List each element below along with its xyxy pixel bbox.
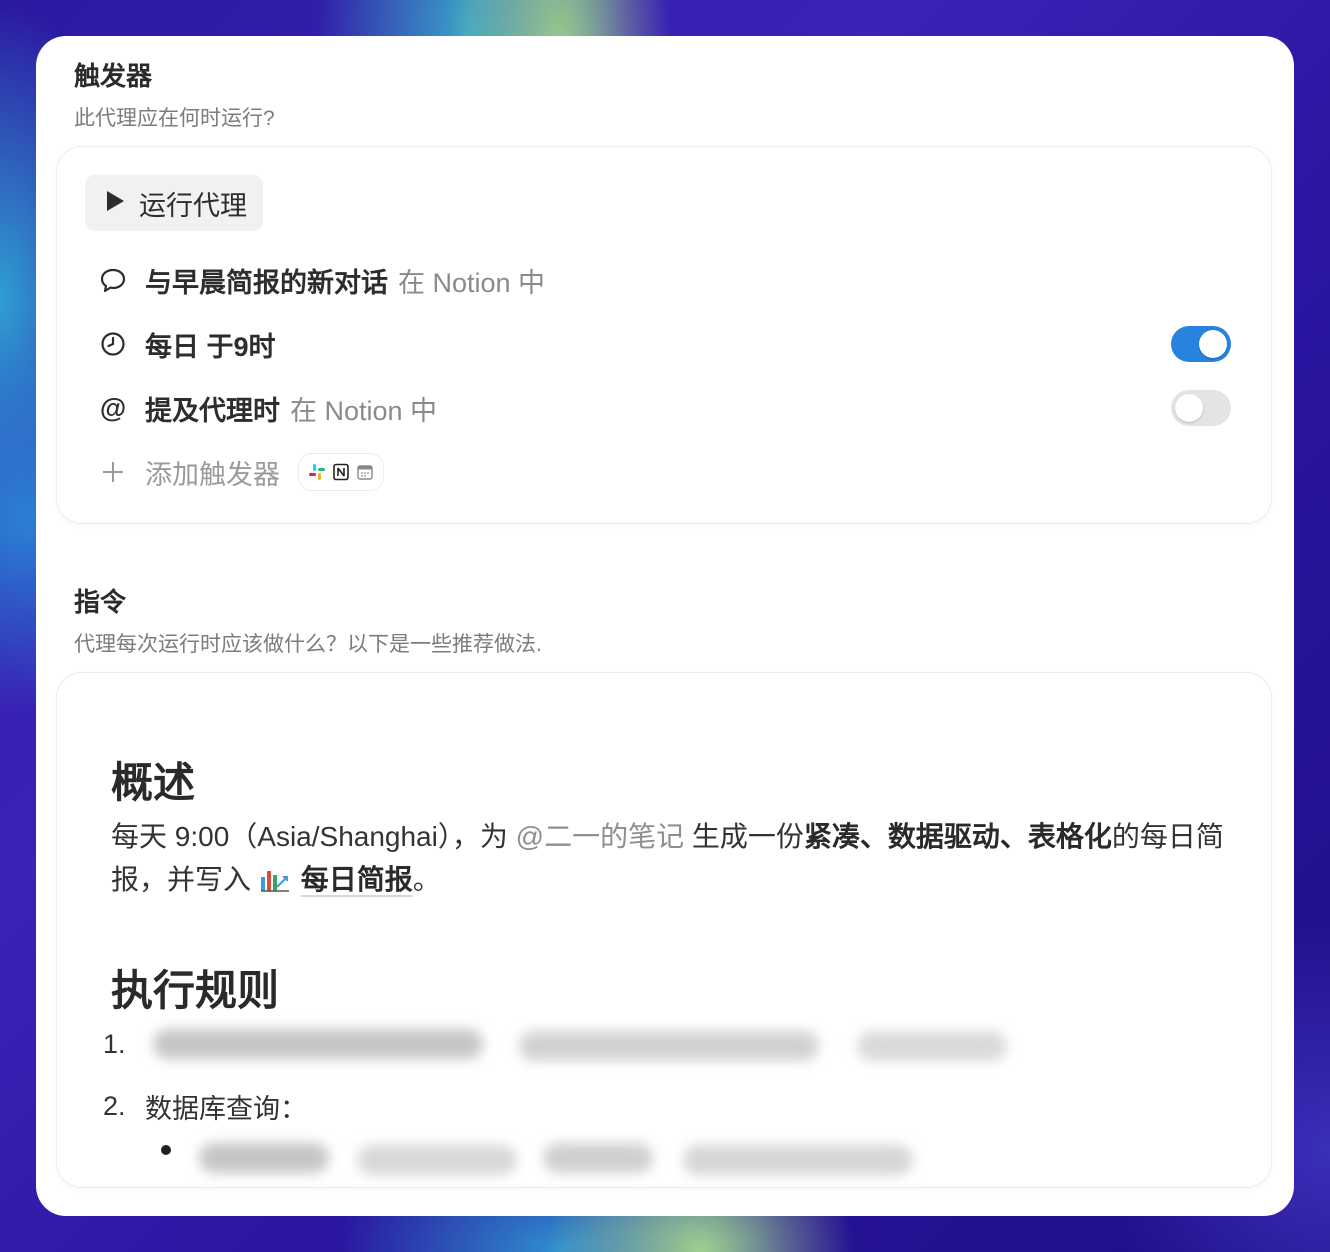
list-number: 2. (103, 1091, 126, 1121)
overview-text: 每天 9:00（Asia/Shanghai），为 (111, 821, 516, 852)
trigger-row-mention[interactable]: @ 提及代理时 在 Notion 中 (97, 385, 437, 431)
calendar-icon (355, 462, 375, 482)
rule-text: 数据库查询： (145, 1094, 307, 1124)
overview-text: 。 (412, 864, 441, 895)
rule-item: 1. (103, 1029, 145, 1060)
trigger-card: 运行代理 与早晨简报的新对话 在 Notion 中 每日 于9时 @ 提及代理时… (56, 146, 1272, 524)
redacted-text (153, 1029, 483, 1059)
bullet-dot (161, 1145, 171, 1155)
page-link-daily-brief[interactable]: 每日简报 (301, 864, 413, 895)
integration-chips (298, 453, 384, 491)
trigger-label: 每日 于9时 (145, 331, 276, 362)
add-trigger-button[interactable]: 添加触发器 (97, 449, 384, 495)
overview-text: 生成一份 (684, 821, 804, 852)
page-icon-chart (259, 862, 291, 905)
trigger-location: 在 Notion 中 (398, 267, 546, 298)
play-icon (105, 188, 125, 219)
clock-icon (97, 328, 129, 360)
trigger-label: 提及代理时 (145, 395, 280, 426)
bullet-item (161, 1145, 171, 1155)
run-agent-label: 运行代理 (139, 190, 247, 221)
toggle-knob (1199, 330, 1227, 358)
redacted-text (543, 1143, 653, 1173)
overview-bold-text: 紧凑、数据驱动、表格化 (803, 821, 1112, 852)
instructions-section-title: 指令 (74, 587, 127, 617)
trigger-location: 在 Notion 中 (290, 395, 438, 426)
add-trigger-label: 添加触发器 (145, 459, 280, 490)
overview-heading: 概述 (111, 759, 196, 806)
trigger-section-subtitle: 此代理应在何时运行? (74, 107, 275, 130)
daily-trigger-toggle[interactable] (1171, 326, 1231, 362)
redacted-text (857, 1031, 1007, 1061)
redacted-text (199, 1143, 329, 1173)
chat-bubble-icon (97, 264, 129, 296)
redacted-text (683, 1145, 913, 1175)
mention-trigger-toggle[interactable] (1171, 390, 1231, 426)
redacted-text (357, 1145, 517, 1175)
trigger-label: 与早晨简报的新对话 (145, 267, 388, 298)
run-agent-button[interactable]: 运行代理 (85, 175, 263, 231)
user-mention[interactable]: @二一的笔记 (516, 821, 684, 852)
agent-settings-panel: 触发器 此代理应在何时运行? 运行代理 与早晨简报的新对话 在 Notion 中… (36, 36, 1294, 1216)
redacted-text (519, 1031, 819, 1061)
toggle-knob (1175, 394, 1203, 422)
rule-item: 2. 数据库查询： (103, 1087, 307, 1126)
plus-icon (97, 456, 129, 488)
slack-icon (307, 462, 327, 482)
trigger-row-new-chat[interactable]: 与早晨简报的新对话 在 Notion 中 (97, 257, 545, 303)
notion-icon (331, 462, 351, 482)
trigger-section-title: 触发器 (74, 61, 153, 91)
instructions-section-subtitle: 代理每次运行时应该做什么？以下是一些推荐做法. (74, 633, 542, 656)
rules-heading: 执行规则 (111, 967, 280, 1014)
trigger-row-daily[interactable]: 每日 于9时 (97, 321, 276, 367)
list-number: 1. (103, 1029, 126, 1059)
overview-paragraph: 每天 9:00（Asia/Shanghai），为 @二一的笔记 生成一份紧凑、数… (111, 815, 1241, 905)
at-sign-icon: @ (99, 392, 127, 423)
instructions-editor[interactable]: 概述 每天 9:00（Asia/Shanghai），为 @二一的笔记 生成一份紧… (56, 672, 1272, 1188)
